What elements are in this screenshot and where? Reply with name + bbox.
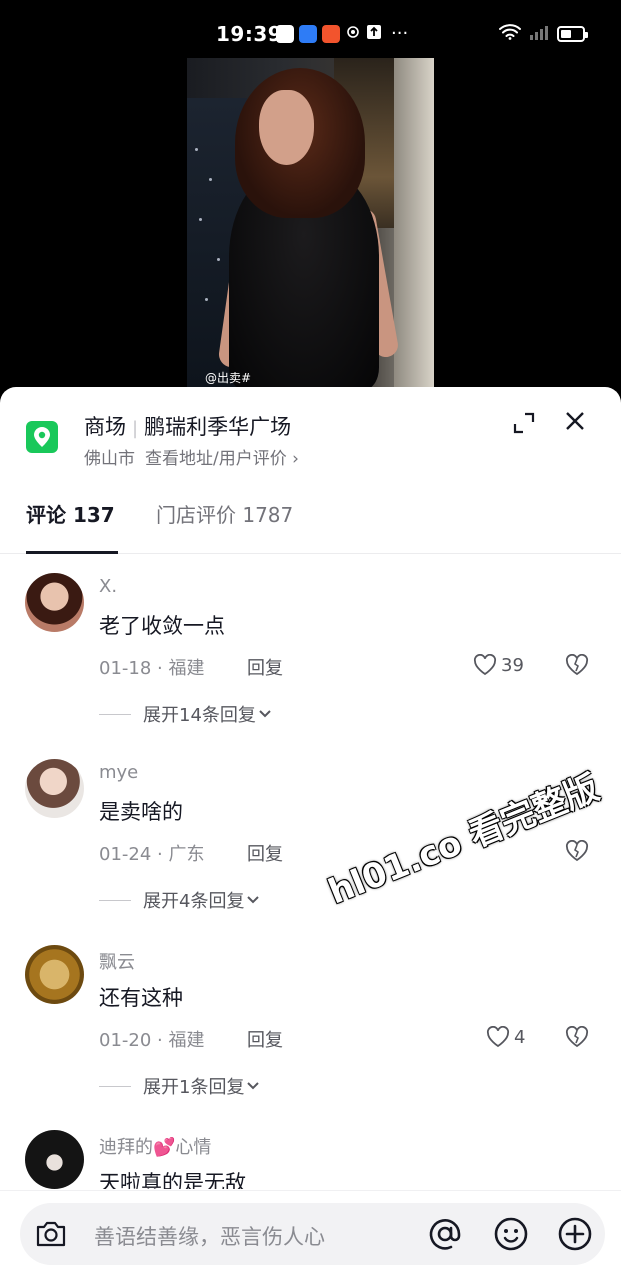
video-frame: @出卖# (187, 58, 434, 390)
location-name: 鹏瑞利季华广场 (144, 415, 292, 439)
comment-item: 迪拜的💕心情 天啦真的是无敌 (0, 1127, 621, 1189)
comment-meta: 01-24 · 广东 (99, 844, 205, 865)
video-watermark: @出卖# (205, 371, 252, 385)
expand-replies-button[interactable]: 展开1条回复 (99, 1073, 262, 1099)
wifi-icon (499, 24, 521, 44)
comment-meta: 01-20 · 福建 (99, 1030, 205, 1051)
reply-button[interactable]: 回复 (247, 840, 283, 866)
tab-store-reviews[interactable]: 门店评价 1787 (156, 499, 293, 528)
comment-username[interactable]: 飘云 (99, 948, 135, 974)
like-count: 39 (501, 654, 524, 676)
expand-replies-label: 展开1条回复 (143, 1077, 245, 1098)
expand-replies-button[interactable]: 展开4条回复 (99, 887, 262, 913)
avatar[interactable] (25, 759, 84, 818)
comment-input-placeholder: 善语结善缘，恶言伤人心 (94, 1225, 325, 1249)
comment-username[interactable]: X. (99, 576, 117, 597)
dislike-button[interactable] (565, 1025, 589, 1052)
comment-input-bar: 善语结善缘，恶言伤人心 (0, 1190, 621, 1281)
dislike-button[interactable] (565, 653, 589, 680)
add-icon[interactable] (556, 1215, 594, 1257)
emoji-icon[interactable] (492, 1215, 530, 1257)
location-city: 佛山市 (84, 449, 135, 469)
location-category: 商场 (84, 415, 126, 439)
comment-username[interactable]: 迪拜的💕心情 (99, 1133, 211, 1159)
avatar[interactable] (25, 945, 84, 1004)
blue-app-icon (299, 25, 317, 43)
upload-icon (366, 24, 382, 44)
dislike-button[interactable] (565, 839, 589, 866)
broken-heart-icon (565, 1025, 589, 1048)
location-subtitle[interactable]: 佛山市 查看地址/用户评价 › (84, 444, 299, 469)
comment-tabs: 评论 137 门店评价 1787 (0, 487, 621, 554)
comment-text: 是卖啥的 (99, 800, 183, 824)
expand-replies-button[interactable]: 展开14条回复 (99, 701, 274, 727)
tab-active-indicator (26, 551, 118, 554)
location-link[interactable]: 查看地址/用户评价 › (145, 449, 299, 469)
comment-item: X. 老了收敛一点 01-18 · 福建 回复 39 展开14条回复 (0, 570, 621, 756)
avatar[interactable] (25, 1130, 84, 1189)
huawei-app-icon (276, 25, 294, 43)
status-app-icons: ··· (276, 24, 408, 44)
close-icon[interactable] (563, 409, 587, 433)
camera-icon[interactable] (34, 1219, 68, 1253)
comment-text: 老了收敛一点 (99, 614, 225, 638)
status-time: 19:39 (216, 22, 283, 46)
comment-input[interactable]: 善语结善缘，恶言伤人心 (20, 1203, 605, 1265)
comment-username[interactable]: mye (99, 762, 138, 783)
reply-button[interactable]: 回复 (247, 654, 283, 680)
video-player[interactable]: @出卖# (0, 58, 621, 390)
reply-button[interactable]: 回复 (247, 1026, 283, 1052)
avatar[interactable] (25, 573, 84, 632)
status-more-icon: ··· (391, 23, 409, 44)
expand-replies-label: 展开14条回复 (143, 705, 256, 726)
mention-icon[interactable] (426, 1215, 464, 1257)
comment-text: 还有这种 (99, 986, 183, 1010)
status-bar: 19:39 ··· (0, 0, 621, 58)
expand-icon[interactable] (512, 411, 536, 435)
comment-item: 飘云 还有这种 01-20 · 福建 回复 4 展开1条回复 (0, 942, 621, 1128)
location-pin-icon (26, 421, 58, 453)
chevron-down-icon (259, 710, 271, 718)
broken-heart-icon (565, 653, 589, 676)
comment-list: X. 老了收敛一点 01-18 · 福建 回复 39 展开14条回复 mye 是… (0, 567, 621, 1189)
tab-comments[interactable]: 评论 137 (26, 499, 115, 528)
broken-heart-icon (565, 839, 589, 862)
heart-icon (486, 1026, 510, 1048)
chevron-down-icon (247, 1082, 260, 1090)
hotspot-icon (345, 24, 361, 44)
like-count: 4 (514, 1026, 526, 1048)
comment-text: 天啦真的是无敌 (99, 1171, 246, 1189)
battery-icon (557, 26, 588, 42)
like-button[interactable]: 4 (486, 1026, 525, 1048)
like-button[interactable]: 39 (473, 654, 524, 676)
signal-icon (529, 24, 549, 44)
red-app-icon (322, 25, 340, 43)
location-title[interactable]: 商场 | 鹏瑞利季华广场 (84, 411, 291, 441)
expand-replies-label: 展开4条回复 (143, 891, 245, 912)
comment-meta: 01-18 · 福建 (99, 658, 205, 679)
heart-icon (473, 654, 497, 676)
chevron-down-icon (247, 896, 260, 904)
status-right (499, 24, 588, 44)
